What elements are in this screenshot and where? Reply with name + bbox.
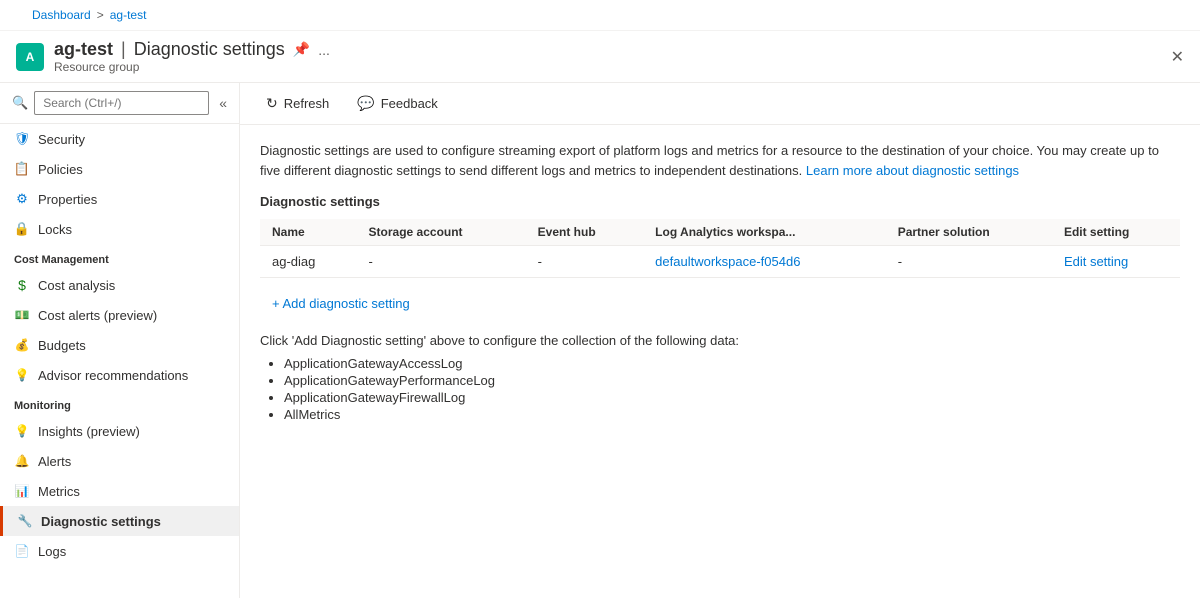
sidebar-item-policies[interactable]: 📋 Policies xyxy=(0,154,239,184)
col-eventhub: Event hub xyxy=(526,219,644,246)
sidebar-item-security[interactable]: 🛡 Security xyxy=(0,124,239,154)
col-edit: Edit setting xyxy=(1052,219,1180,246)
log-analytics-link[interactable]: defaultworkspace-f054d6 xyxy=(655,254,800,269)
sidebar: 🔍 « 🛡 Security 📋 Policies ⚙ Properties 🔒… xyxy=(0,83,240,598)
resource-subtitle: Resource group xyxy=(54,60,330,74)
list-item: ApplicationGatewayPerformanceLog xyxy=(284,373,1180,388)
info-text: Click 'Add Diagnostic setting' above to … xyxy=(260,333,1180,348)
top-bar: A ag-test | Diagnostic settings 📌 ... Re… xyxy=(0,31,1200,83)
sidebar-label-advisor: Advisor recommendations xyxy=(38,368,188,383)
breadcrumb: Dashboard > ag-test xyxy=(16,4,1184,26)
search-input[interactable] xyxy=(34,91,209,115)
lock-icon: 🔒 xyxy=(14,221,30,237)
search-icon: 🔍 xyxy=(12,95,28,111)
col-storage: Storage account xyxy=(357,219,526,246)
sidebar-label-logs: Logs xyxy=(38,544,66,559)
sidebar-label-security: Security xyxy=(38,132,85,147)
title-separator: | xyxy=(121,39,126,60)
section-cost-management: Cost Management xyxy=(0,244,239,270)
pin-icon[interactable]: 📌 xyxy=(293,41,310,58)
diagnostic-table: Name Storage account Event hub Log Analy… xyxy=(260,219,1180,278)
add-diagnostic-setting-link[interactable]: + Add diagnostic setting xyxy=(272,296,410,311)
edit-setting-link[interactable]: Edit setting xyxy=(1064,254,1128,269)
sidebar-label-insights: Insights (preview) xyxy=(38,424,140,439)
feedback-button[interactable]: 💬 Feedback xyxy=(351,91,444,116)
shield-icon: 🛡 xyxy=(14,131,30,147)
close-icon[interactable]: ✕ xyxy=(1171,49,1184,66)
sidebar-label-diagnostic-settings: Diagnostic settings xyxy=(41,514,161,529)
sidebar-label-metrics: Metrics xyxy=(38,484,80,499)
row-edit: Edit setting xyxy=(1052,246,1180,278)
col-loganalytics: Log Analytics workspa... xyxy=(643,219,886,246)
feedback-label: Feedback xyxy=(381,96,438,111)
feedback-icon: 💬 xyxy=(357,95,374,112)
diagnostic-settings-icon: 🔧 xyxy=(17,513,33,529)
sidebar-label-cost-analysis: Cost analysis xyxy=(38,278,115,293)
sidebar-item-logs[interactable]: 📄 Logs xyxy=(0,536,239,566)
metrics-icon: 📊 xyxy=(14,483,30,499)
budgets-icon: 💰 xyxy=(14,337,30,353)
breadcrumb-resource[interactable]: ag-test xyxy=(110,8,147,22)
collapse-icon[interactable]: « xyxy=(219,95,227,111)
refresh-button[interactable]: ↻ Refresh xyxy=(260,91,335,116)
col-partner: Partner solution xyxy=(886,219,1052,246)
sidebar-item-advisor[interactable]: 💡 Advisor recommendations xyxy=(0,360,239,390)
list-item: AllMetrics xyxy=(284,407,1180,422)
page-body: Diagnostic settings are used to configur… xyxy=(240,125,1200,440)
insights-icon: 💡 xyxy=(14,423,30,439)
app-icon: A xyxy=(16,43,44,71)
cost-alerts-icon: 💵 xyxy=(14,307,30,323)
breadcrumb-dashboard[interactable]: Dashboard xyxy=(32,8,91,22)
cost-analysis-icon: $ xyxy=(14,277,30,293)
sidebar-item-insights[interactable]: 💡 Insights (preview) xyxy=(0,416,239,446)
refresh-icon: ↻ xyxy=(266,95,278,112)
row-storage: - xyxy=(357,246,526,278)
description-text: Diagnostic settings are used to configur… xyxy=(260,141,1160,180)
sidebar-item-locks[interactable]: 🔒 Locks xyxy=(0,214,239,244)
list-item: ApplicationGatewayFirewallLog xyxy=(284,390,1180,405)
page-title: Diagnostic settings xyxy=(134,39,285,60)
row-loganalytics: defaultworkspace-f054d6 xyxy=(643,246,886,278)
content-area: ↻ Refresh 💬 Feedback Diagnostic settings… xyxy=(240,83,1200,598)
sidebar-item-cost-alerts[interactable]: 💵 Cost alerts (preview) xyxy=(0,300,239,330)
sidebar-label-locks: Locks xyxy=(38,222,72,237)
sidebar-label-policies: Policies xyxy=(38,162,83,177)
sidebar-item-properties[interactable]: ⚙ Properties xyxy=(0,184,239,214)
policy-icon: 📋 xyxy=(14,161,30,177)
row-name: ag-diag xyxy=(260,246,357,278)
sidebar-label-budgets: Budgets xyxy=(38,338,86,353)
properties-icon: ⚙ xyxy=(14,191,30,207)
sidebar-item-budgets[interactable]: 💰 Budgets xyxy=(0,330,239,360)
section-monitoring: Monitoring xyxy=(0,390,239,416)
table-row: ag-diag - - defaultworkspace-f054d6 - Ed… xyxy=(260,246,1180,278)
sidebar-item-alerts[interactable]: 🔔 Alerts xyxy=(0,446,239,476)
sidebar-label-alerts: Alerts xyxy=(38,454,71,469)
learn-more-link[interactable]: Learn more about diagnostic settings xyxy=(806,163,1019,178)
sidebar-label-cost-alerts: Cost alerts (preview) xyxy=(38,308,157,323)
breadcrumb-separator: > xyxy=(97,8,104,22)
sidebar-item-cost-analysis[interactable]: $ Cost analysis xyxy=(0,270,239,300)
section-title: Diagnostic settings xyxy=(260,194,1180,209)
refresh-label: Refresh xyxy=(284,96,330,111)
sidebar-item-metrics[interactable]: 📊 Metrics xyxy=(0,476,239,506)
alerts-icon: 🔔 xyxy=(14,453,30,469)
toolbar: ↻ Refresh 💬 Feedback xyxy=(240,83,1200,125)
bullet-list: ApplicationGatewayAccessLog ApplicationG… xyxy=(284,356,1180,422)
resource-name: ag-test xyxy=(54,39,113,60)
col-name: Name xyxy=(260,219,357,246)
row-eventhub: - xyxy=(526,246,644,278)
row-partner: - xyxy=(886,246,1052,278)
more-icon[interactable]: ... xyxy=(318,42,330,58)
advisor-icon: 💡 xyxy=(14,367,30,383)
list-item: ApplicationGatewayAccessLog xyxy=(284,356,1180,371)
sidebar-search-container: 🔍 « xyxy=(0,83,239,124)
sidebar-label-properties: Properties xyxy=(38,192,97,207)
sidebar-item-diagnostic-settings[interactable]: 🔧 Diagnostic settings xyxy=(0,506,239,536)
logs-icon: 📄 xyxy=(14,543,30,559)
